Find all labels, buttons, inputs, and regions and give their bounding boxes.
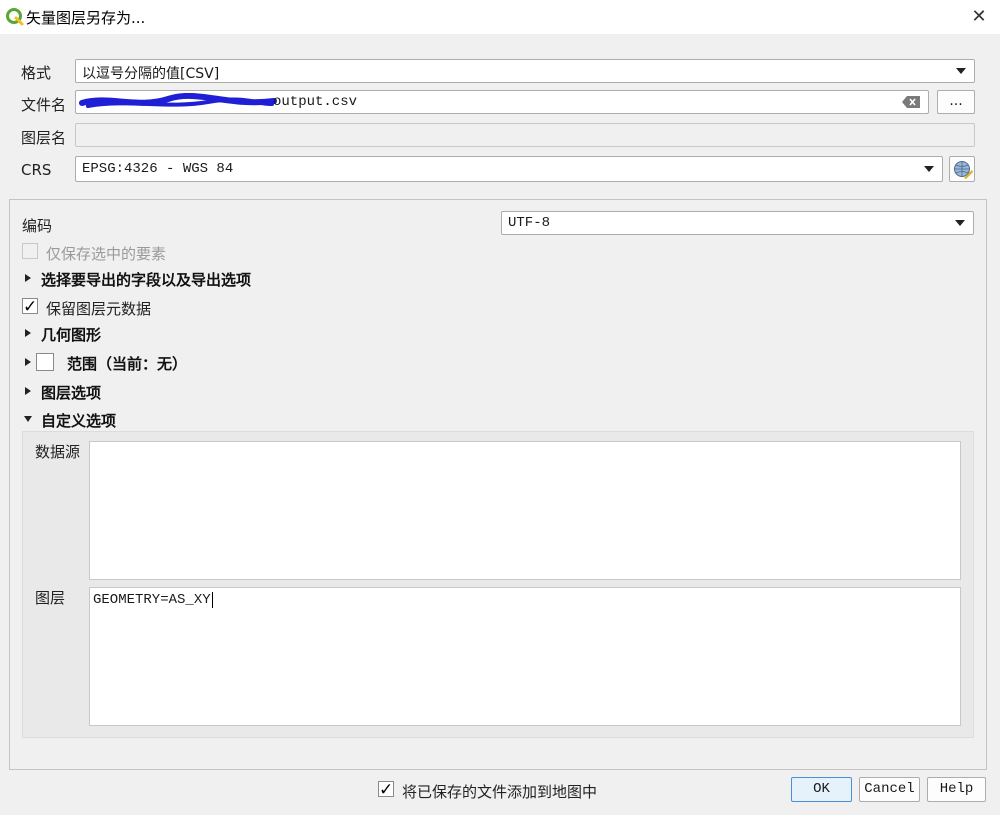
help-button[interactable]: Help — [927, 777, 986, 802]
format-value: 以逗号分隔的值[CSV] — [82, 66, 220, 82]
dropdown-arrow-icon — [924, 166, 934, 172]
expand-arrow-icon[interactable] — [25, 274, 31, 282]
dropdown-arrow-icon — [955, 220, 965, 226]
add-to-map-checkbox[interactable]: ✓ — [378, 780, 394, 800]
close-icon[interactable]: ✕ — [966, 5, 992, 29]
expand-arrow-icon[interactable] — [25, 387, 31, 395]
add-to-map-label: 将已保存的文件添加到地图中 — [402, 783, 598, 801]
window-title: 矢量图层另存为... — [26, 9, 146, 27]
checkmark-icon: ✓ — [379, 780, 394, 800]
layer-options-label: 图层 — [35, 589, 66, 607]
collapse-arrow-icon[interactable] — [24, 416, 32, 422]
save-selected-label: 仅保存选中的要素 — [46, 245, 167, 263]
crs-selector-button[interactable] — [949, 156, 975, 182]
datasource-label: 数据源 — [35, 443, 81, 461]
checkmark-icon: ✓ — [23, 297, 38, 317]
ok-button[interactable]: OK — [791, 777, 852, 802]
format-label: 格式 — [21, 64, 52, 82]
expand-arrow-icon[interactable] — [25, 329, 31, 337]
layer-options-textarea[interactable]: GEOMETRY=AS_XY — [89, 587, 961, 726]
section-fields[interactable]: 选择要导出的字段以及导出选项 — [41, 269, 251, 290]
cancel-button[interactable]: Cancel — [859, 777, 920, 802]
dropdown-arrow-icon — [956, 68, 966, 74]
datasource-textarea[interactable] — [89, 441, 961, 580]
filename-value: output.csv — [273, 94, 358, 110]
browse-button[interactable]: ... — [937, 90, 975, 114]
expand-arrow-icon[interactable] — [25, 358, 31, 366]
filename-input[interactable]: output.csv — [75, 90, 929, 114]
layer-name-input — [75, 123, 975, 147]
encoding-label: 编码 — [22, 217, 53, 235]
crs-selector-icon — [954, 161, 973, 179]
persist-metadata-label: 保留图层元数据 — [46, 300, 152, 318]
redaction-scribble — [79, 93, 277, 108]
crs-value: EPSG:4326 - WGS 84 — [82, 161, 234, 177]
filename-label: 文件名 — [21, 96, 67, 114]
section-layer-options[interactable]: 图层选项 — [41, 382, 101, 403]
crs-select[interactable]: EPSG:4326 - WGS 84 — [75, 156, 943, 182]
extent-checkbox[interactable] — [36, 353, 54, 371]
persist-metadata-checkbox[interactable]: ✓ — [22, 297, 38, 317]
layer-name-label: 图层名 — [21, 129, 67, 147]
clear-text-icon[interactable] — [902, 96, 920, 108]
crs-label: CRS — [21, 161, 52, 179]
section-custom-options[interactable]: 自定义选项 — [41, 410, 116, 431]
title-bar — [0, 0, 1000, 34]
layer-options-value: GEOMETRY=AS_XY — [93, 592, 213, 608]
format-select[interactable]: 以逗号分隔的值[CSV] — [75, 59, 975, 83]
encoding-select[interactable]: UTF-8 — [501, 211, 974, 235]
section-geometry[interactable]: 几何图形 — [41, 324, 101, 345]
save-selected-checkbox — [22, 243, 38, 259]
section-extent[interactable]: 范围（当前：无） — [67, 353, 187, 374]
encoding-value: UTF-8 — [508, 215, 551, 231]
qgis-logo-icon — [6, 8, 24, 26]
